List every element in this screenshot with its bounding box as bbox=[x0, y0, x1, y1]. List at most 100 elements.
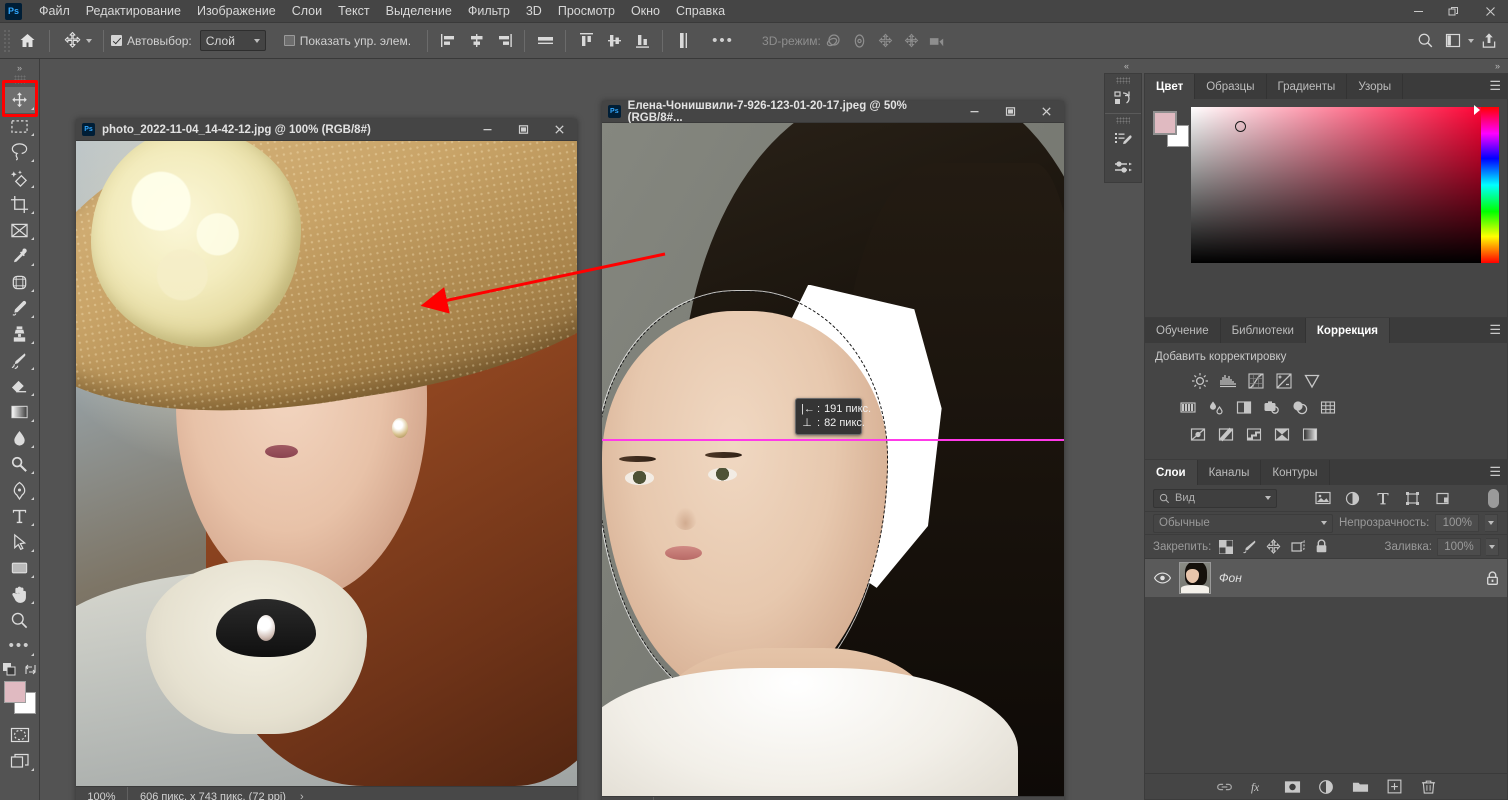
link-layers-icon[interactable] bbox=[1214, 777, 1234, 797]
dodge-tool[interactable] bbox=[3, 451, 37, 477]
filter-adjustment-icon[interactable] bbox=[1341, 487, 1365, 509]
selective-color-icon[interactable] bbox=[1271, 424, 1292, 445]
color-balance-icon[interactable] bbox=[1205, 397, 1226, 418]
tab-layers[interactable]: Слои bbox=[1145, 460, 1198, 485]
slide-3d-icon[interactable] bbox=[899, 28, 925, 54]
autoselect-checkbox[interactable] bbox=[111, 35, 122, 46]
menu-item-file[interactable]: Файл bbox=[31, 1, 78, 21]
document-1-status-expand-icon[interactable]: › bbox=[300, 791, 304, 800]
pen-tool[interactable] bbox=[3, 477, 37, 503]
color-field[interactable] bbox=[1191, 107, 1486, 263]
tab-paths[interactable]: Контуры bbox=[1261, 460, 1330, 485]
search-icon[interactable] bbox=[1412, 28, 1438, 54]
lock-nesting-icon[interactable] bbox=[1288, 537, 1307, 556]
hue-slider[interactable] bbox=[1481, 107, 1499, 263]
rectangle-tool[interactable] bbox=[3, 555, 37, 581]
swap-colors-icon[interactable] bbox=[24, 663, 37, 676]
document-window-2[interactable]: Ps Елена-Чонишвили-7-926-123-01-20-17.jp… bbox=[602, 100, 1064, 800]
zoom-tool[interactable] bbox=[3, 607, 37, 633]
tab-gradients[interactable]: Градиенты bbox=[1266, 74, 1348, 99]
menu-item-window[interactable]: Окно bbox=[623, 1, 668, 21]
menu-item-3d[interactable]: 3D bbox=[518, 1, 550, 21]
crop-tool[interactable] bbox=[3, 191, 37, 217]
document-2-close-button[interactable] bbox=[1028, 101, 1064, 123]
panel-menu-icon[interactable]: ☰ bbox=[1489, 323, 1501, 336]
brightness-contrast-icon[interactable] bbox=[1189, 370, 1210, 391]
filter-pixel-icon[interactable] bbox=[1311, 487, 1335, 509]
distribute-vertical-icon[interactable] bbox=[670, 28, 696, 54]
clone-stamp-tool[interactable] bbox=[3, 321, 37, 347]
new-layer-icon[interactable] bbox=[1384, 777, 1404, 797]
camera-3d-icon[interactable] bbox=[925, 28, 951, 54]
black-white-icon[interactable] bbox=[1233, 397, 1254, 418]
menu-item-text[interactable]: Текст bbox=[330, 1, 377, 21]
menu-item-view[interactable]: Просмотр bbox=[550, 1, 623, 21]
document-1-minimize-button[interactable] bbox=[469, 119, 505, 141]
type-tool[interactable] bbox=[3, 503, 37, 529]
more-options-icon[interactable]: ••• bbox=[710, 28, 736, 54]
layer-row-background[interactable]: Фон bbox=[1145, 559, 1507, 597]
double-chevron-left-icon[interactable]: « bbox=[1124, 61, 1129, 71]
filter-toggle-switch[interactable] bbox=[1488, 488, 1499, 508]
double-chevron-right-icon[interactable]: » bbox=[1495, 61, 1500, 71]
frame-tool[interactable] bbox=[3, 217, 37, 243]
toolbar-collapse-button[interactable]: » bbox=[0, 61, 40, 74]
align-right-icon[interactable] bbox=[491, 28, 517, 54]
restore-button[interactable] bbox=[1436, 0, 1472, 23]
posterize-icon[interactable] bbox=[1215, 424, 1236, 445]
filter-type-icon[interactable] bbox=[1371, 487, 1395, 509]
menu-item-edit[interactable]: Редактирование bbox=[78, 1, 189, 21]
history-icon[interactable] bbox=[1106, 85, 1140, 114]
document-2-restore-button[interactable] bbox=[992, 101, 1028, 123]
opacity-value[interactable]: 100% bbox=[1435, 514, 1480, 532]
tab-learn[interactable]: Обучение bbox=[1145, 318, 1221, 343]
align-center-horizontal-icon[interactable] bbox=[463, 28, 489, 54]
autoselect-target-select[interactable]: Слой bbox=[199, 30, 266, 51]
gradient-map-icon[interactable] bbox=[1299, 424, 1320, 445]
lock-all-icon[interactable] bbox=[1312, 537, 1331, 556]
document-2-zoom-level[interactable]: 50% bbox=[602, 796, 654, 800]
lock-image-icon[interactable] bbox=[1240, 537, 1259, 556]
dock-collapse-bar[interactable]: « » bbox=[1104, 59, 1508, 73]
share-icon[interactable] bbox=[1476, 28, 1502, 54]
current-tool-move[interactable] bbox=[57, 30, 96, 52]
channel-mixer-icon[interactable] bbox=[1289, 397, 1310, 418]
exposure-icon[interactable] bbox=[1273, 370, 1294, 391]
panel-menu-icon[interactable]: ☰ bbox=[1489, 79, 1501, 92]
tab-adjustments[interactable]: Коррекция bbox=[1305, 318, 1390, 343]
menu-item-help[interactable]: Справка bbox=[668, 1, 733, 21]
document-1-canvas[interactable] bbox=[76, 141, 577, 786]
tab-swatches[interactable]: Образцы bbox=[1195, 74, 1267, 99]
gradient-tool[interactable] bbox=[3, 399, 37, 425]
home-icon[interactable] bbox=[12, 26, 42, 56]
dock-grip[interactable] bbox=[1116, 77, 1130, 84]
menu-item-image[interactable]: Изображение bbox=[189, 1, 284, 21]
document-2-canvas[interactable]: |← : 191 пикс. ⊥ : 82 пикс. bbox=[602, 123, 1064, 796]
lock-transparent-icon[interactable] bbox=[1216, 537, 1235, 556]
photo-filter-icon[interactable] bbox=[1261, 397, 1282, 418]
document-2-title-bar[interactable]: Ps Елена-Чонишвили-7-926-123-01-20-17.jp… bbox=[602, 100, 1064, 124]
move-tool[interactable] bbox=[2, 87, 37, 113]
align-left-icon[interactable] bbox=[435, 28, 461, 54]
quick-mask-icon[interactable] bbox=[3, 722, 37, 748]
invert-icon[interactable] bbox=[1187, 424, 1208, 445]
hand-tool[interactable] bbox=[3, 581, 37, 607]
quick-selection-tool[interactable] bbox=[3, 165, 37, 191]
layer-filter-select[interactable]: Вид bbox=[1153, 488, 1277, 508]
opacity-slider-toggle[interactable] bbox=[1485, 514, 1499, 532]
document-1-restore-button[interactable] bbox=[505, 119, 541, 141]
options-bar-grip[interactable] bbox=[3, 28, 12, 53]
roll-3d-icon[interactable] bbox=[847, 28, 873, 54]
new-adjustment-icon[interactable] bbox=[1316, 777, 1336, 797]
brush-tool[interactable] bbox=[3, 295, 37, 321]
vibrance-icon[interactable] bbox=[1301, 370, 1322, 391]
lock-position-icon[interactable] bbox=[1264, 537, 1283, 556]
align-middle-vertical-icon[interactable] bbox=[601, 28, 627, 54]
tab-patterns[interactable]: Узоры bbox=[1347, 74, 1404, 99]
document-window-1[interactable]: Ps photo_2022-11-04_14-42-12.jpg @ 100% … bbox=[76, 119, 577, 800]
blur-tool[interactable] bbox=[3, 425, 37, 451]
workspace-icon[interactable] bbox=[1440, 28, 1466, 54]
menu-item-select[interactable]: Выделение bbox=[378, 1, 460, 21]
fill-value[interactable]: 100% bbox=[1437, 537, 1481, 556]
brush-settings-icon[interactable] bbox=[1106, 153, 1140, 182]
